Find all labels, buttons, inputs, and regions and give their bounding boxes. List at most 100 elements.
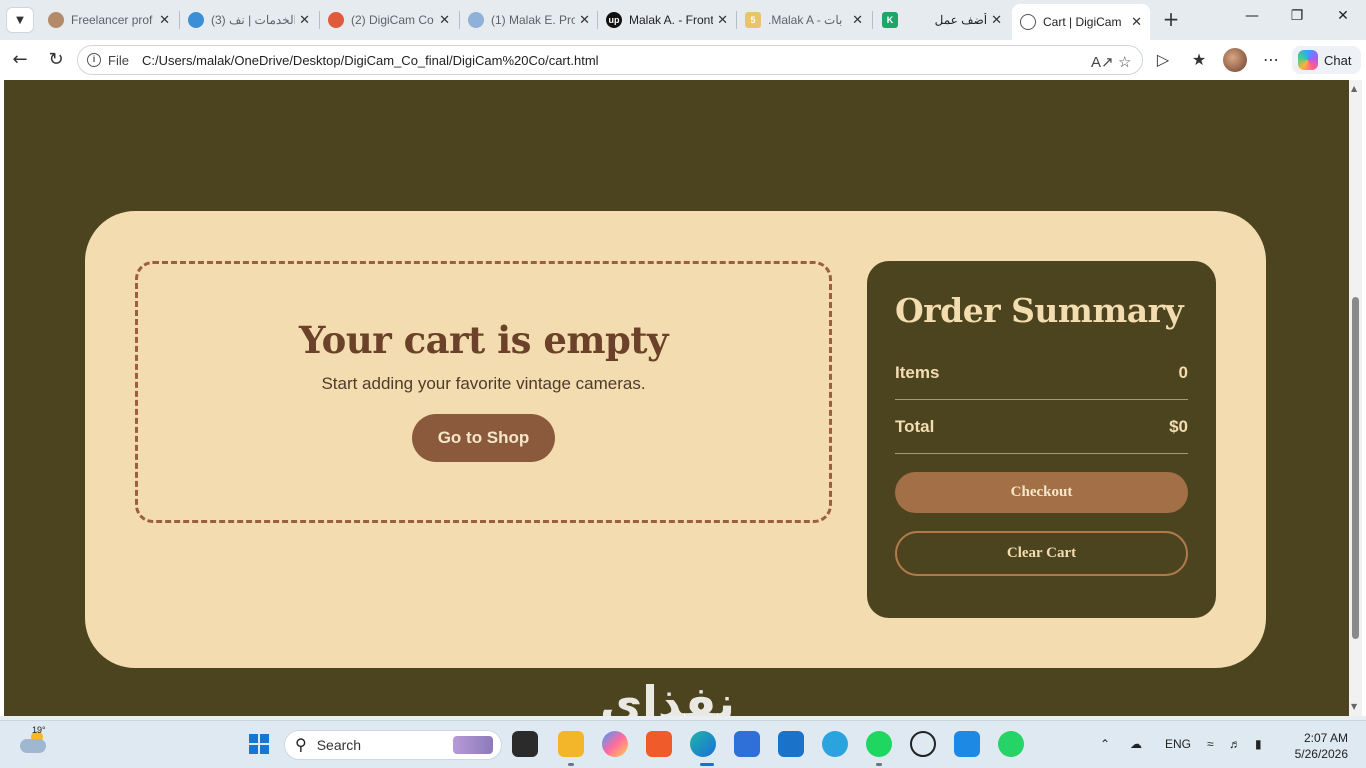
close-tab-icon[interactable]: ✕ <box>717 12 728 28</box>
order-summary-title: Order Summary <box>895 291 1184 330</box>
close-window-button[interactable]: ✕ <box>1331 8 1355 24</box>
summary-items-row: Items 0 <box>895 346 1188 400</box>
browser-toolbar: ← ↻ i File C:/Users/malak/OneDrive/Deskt… <box>0 40 1366 80</box>
tab-actions-button[interactable]: ▼ <box>6 7 34 33</box>
profile-avatar[interactable] <box>1223 48 1247 72</box>
refresh-button[interactable]: ↻ <box>45 50 67 72</box>
outlook-icon[interactable] <box>778 731 804 757</box>
edge-browser-icon[interactable] <box>690 731 716 757</box>
tab-title: Malak A. - Front <box>629 13 714 27</box>
scroll-up-icon[interactable]: ▲ <box>1351 84 1357 93</box>
language-indicator[interactable]: ENG <box>1165 737 1191 751</box>
remote-desktop-icon[interactable] <box>954 731 980 757</box>
tab-favicon-icon: K <box>882 12 898 28</box>
back-button[interactable]: ← <box>9 50 31 72</box>
tab-upwork-malak[interactable]: up Malak A. - Front ✕ <box>598 5 736 35</box>
tab-title: أضف عمل <box>934 13 988 27</box>
total-label: Total <box>895 416 935 436</box>
address-bar[interactable]: i File C:/Users/malak/OneDrive/Desktop/D… <box>77 45 1143 75</box>
empty-cart-subtitle: Start adding your favorite vintage camer… <box>321 374 646 393</box>
cloud-icon <box>20 739 46 753</box>
tab-title: Freelancer prof <box>71 13 153 27</box>
copilot-icon <box>1298 50 1318 70</box>
tab-nafezly-services[interactable]: (3) الخدمات | نف ✕ <box>180 5 318 35</box>
tab-add-work[interactable]: أضف عمل ✕ <box>914 5 1010 35</box>
empty-cart-box: Your cart is empty Start adding your fav… <box>135 261 832 523</box>
upwork-icon: up <box>606 12 622 28</box>
chevron-down-icon: ▼ <box>16 14 24 26</box>
tab-favicon-icon <box>328 12 344 28</box>
tab-malak-profile[interactable]: (1) Malak E. Pro ✕ <box>460 5 598 35</box>
search-placeholder: Search <box>316 737 362 753</box>
items-count: 0 <box>1178 362 1188 382</box>
battery-icon[interactable]: ▮ <box>1255 737 1262 751</box>
tab-pinned[interactable]: K <box>874 5 914 35</box>
tab-freelancer[interactable]: Freelancer prof ✕ <box>40 5 178 35</box>
url-text[interactable]: C:/Users/malak/OneDrive/Desktop/DigiCam_… <box>142 53 599 68</box>
windows-start-button[interactable] <box>246 731 272 757</box>
close-tab-icon[interactable]: ✕ <box>439 12 450 28</box>
read-aloud-icon[interactable]: A↗ <box>1091 53 1114 71</box>
chatgpt-icon[interactable] <box>910 731 936 757</box>
favorite-star-icon[interactable]: ☆ <box>1118 53 1131 71</box>
tab-title: (2) DigiCam Co <box>351 13 434 27</box>
onedrive-sync-icon[interactable]: ☁ <box>1130 737 1142 751</box>
tab-strip: ▼ Freelancer prof ✕ (3) الخدمات | نف ✕ (… <box>0 0 1366 40</box>
weather-temperature: 19° <box>32 725 46 735</box>
tab-title: Cart | DigiCam <box>1043 15 1122 29</box>
scrollbar-thumb[interactable] <box>1352 297 1359 639</box>
tab-favicon-icon <box>188 12 204 28</box>
media-icon[interactable]: ▷ <box>1152 50 1174 69</box>
tab-favicon-icon <box>468 12 484 28</box>
info-icon[interactable]: i <box>87 53 101 67</box>
watermark-logo: نفذاي <box>600 676 735 716</box>
close-tab-icon[interactable]: ✕ <box>159 12 170 28</box>
clear-cart-button[interactable]: Clear Cart <box>895 531 1188 576</box>
restore-button[interactable]: ❐ <box>1285 8 1309 24</box>
tab-title: (1) Malak E. Pro <box>491 13 576 27</box>
tab-khamsat-malak[interactable]: 5 .Malak A - بات ✕ <box>737 5 871 35</box>
arrow-left-icon: ← <box>12 49 28 70</box>
brave-browser-icon[interactable] <box>646 731 672 757</box>
more-options-icon[interactable]: ⋯ <box>1260 50 1282 69</box>
minimize-button[interactable]: — <box>1240 8 1264 24</box>
close-tab-icon[interactable]: ✕ <box>991 12 1002 28</box>
weather-widget[interactable]: 19° <box>18 725 48 759</box>
clock-date: 5/26/2026 <box>1294 747 1348 761</box>
copilot-app-icon[interactable] <box>602 731 628 757</box>
telegram-icon[interactable] <box>822 731 848 757</box>
globe-icon <box>1020 14 1036 30</box>
tab-digicam-co[interactable]: (2) DigiCam Co ✕ <box>320 5 458 35</box>
copilot-chat-button[interactable]: Chat <box>1292 46 1362 74</box>
spotify-icon[interactable] <box>866 731 892 757</box>
close-tab-icon[interactable]: ✕ <box>579 12 590 28</box>
close-tab-icon[interactable]: ✕ <box>852 12 863 28</box>
microsoft-store-icon[interactable] <box>734 731 760 757</box>
taskbar-search[interactable]: ⚲ Search <box>284 730 502 760</box>
copilot-label: Chat <box>1324 52 1352 68</box>
chevron-up-icon[interactable]: ⌃ <box>1100 737 1110 751</box>
favorites-icon[interactable]: ★ <box>1188 50 1210 69</box>
close-tab-icon[interactable]: ✕ <box>1131 14 1142 30</box>
tab-title: .Malak A - بات <box>768 13 843 27</box>
go-to-shop-button[interactable]: Go to Shop <box>412 414 555 462</box>
items-label: Items <box>895 362 940 382</box>
close-tab-icon[interactable]: ✕ <box>299 12 310 28</box>
volume-icon[interactable]: ♬ <box>1229 737 1241 751</box>
cart-container: Your cart is empty Start adding your fav… <box>85 211 1266 668</box>
new-tab-button[interactable]: + <box>1160 9 1182 31</box>
page-scrollbar[interactable]: ▲ ▼ <box>1349 80 1362 716</box>
tab-title: (3) الخدمات | نف <box>211 13 296 27</box>
file-explorer-icon[interactable] <box>558 731 584 757</box>
checkout-button[interactable]: Checkout <box>895 472 1188 513</box>
khamsat-icon: 5 <box>745 12 761 28</box>
whatsapp-icon[interactable] <box>998 731 1024 757</box>
order-summary-panel: Order Summary Items 0 Total $0 Checkout … <box>867 261 1216 618</box>
scheme-label: File <box>108 52 129 68</box>
task-view-icon[interactable] <box>512 731 538 757</box>
total-value: $0 <box>1169 416 1188 436</box>
system-clock[interactable]: 2:07 AM 5/26/2026 <box>1290 730 1348 762</box>
tab-cart-digicam[interactable]: Cart | DigiCam ✕ <box>1012 4 1150 40</box>
scroll-down-icon[interactable]: ▼ <box>1351 702 1357 711</box>
wifi-icon[interactable]: ≈ <box>1207 737 1214 751</box>
